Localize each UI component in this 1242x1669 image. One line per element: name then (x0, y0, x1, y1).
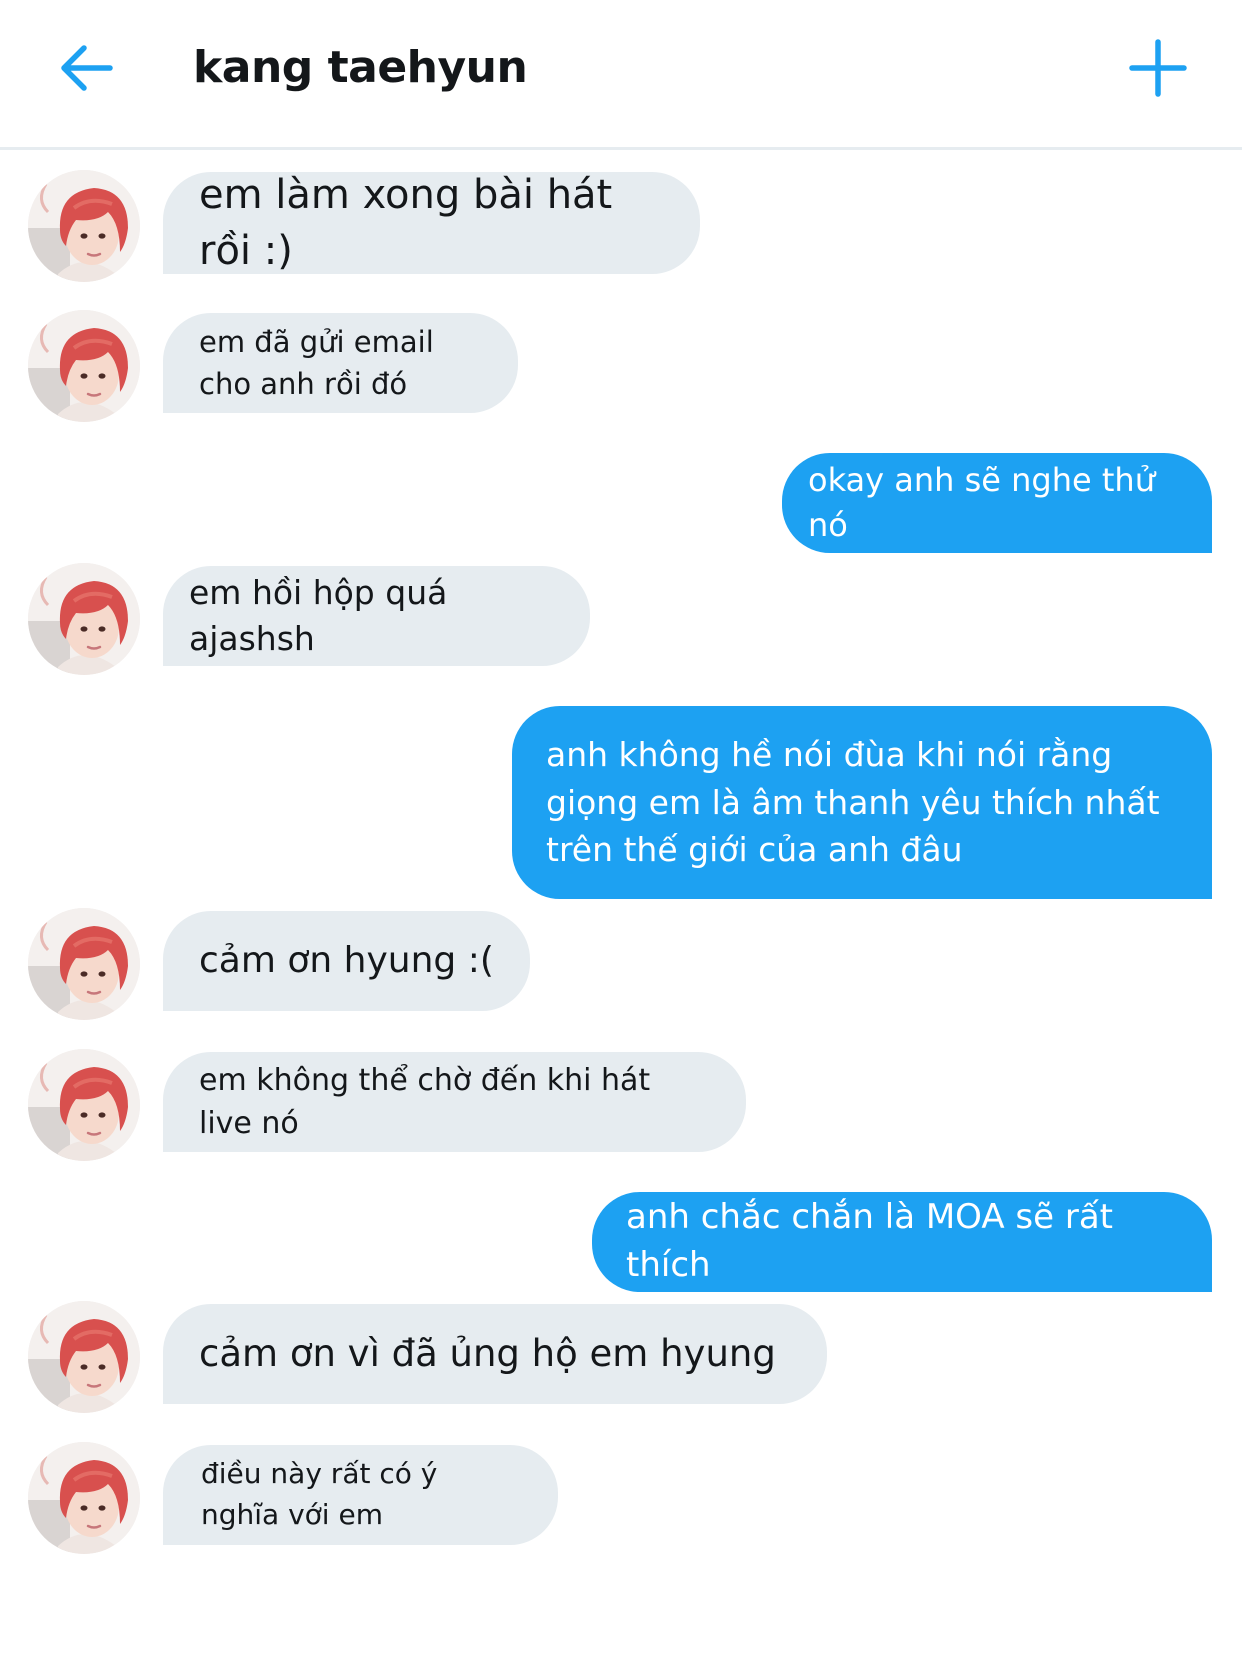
message-bubble-received[interactable]: cảm ơn hyung :( (163, 911, 530, 1011)
user-avatar-image (28, 1301, 140, 1413)
avatar[interactable] (28, 563, 140, 675)
message-bubble-received[interactable]: em không thể chờ đến khi hát live nó (163, 1052, 746, 1152)
message-text: điều này rất có ý nghĩa với em (201, 1457, 438, 1531)
message-bubble-received[interactable]: em đã gửi email cho anh rồi đó (163, 313, 518, 413)
message-bubble-received[interactable]: cảm ơn vì đã ủng hộ em hyung (163, 1304, 827, 1404)
avatar[interactable] (28, 170, 140, 282)
message-text: cảm ơn vì đã ủng hộ em hyung (199, 1332, 776, 1376)
user-avatar-image (28, 310, 140, 422)
user-avatar-image (28, 563, 140, 675)
avatar[interactable] (28, 1442, 140, 1554)
message-bubble-received[interactable]: em hồi hộp quá ajashsh (163, 566, 590, 666)
user-avatar-image (28, 1049, 140, 1161)
message-text: em làm xong bài hát rồi :) (199, 172, 613, 274)
message-text: cảm ơn hyung :( (199, 939, 494, 981)
avatar[interactable] (28, 1301, 140, 1413)
message-bubble-sent[interactable]: anh không hề nói đùa khi nói rằng giọng … (512, 706, 1212, 899)
conversation-header: kang taehyun (0, 0, 1242, 150)
new-message-button[interactable] (1128, 38, 1188, 98)
avatar[interactable] (28, 908, 140, 1020)
message-text: em không thể chờ đến khi hát live nó (199, 1062, 651, 1142)
arrow-left-icon (61, 45, 113, 91)
message-text: em đã gửi email cho anh rồi đó (199, 324, 434, 401)
message-bubble-received[interactable]: em làm xong bài hát rồi :) (163, 172, 700, 274)
message-bubble-sent[interactable]: anh chắc chắn là MOA sẽ rất thích (592, 1192, 1212, 1292)
user-avatar-image (28, 170, 140, 282)
message-text: anh chắc chắn là MOA sẽ rất thích (626, 1197, 1113, 1285)
message-text: em hồi hộp quá ajashsh (189, 572, 448, 658)
plus-icon (1129, 39, 1187, 97)
conversation-title: kang taehyun (193, 42, 528, 93)
message-bubble-sent[interactable]: okay anh sẽ nghe thử nó (782, 453, 1212, 553)
avatar[interactable] (28, 310, 140, 422)
message-text: okay anh sẽ nghe thử nó (808, 461, 1155, 544)
user-avatar-image (28, 1442, 140, 1554)
message-text: anh không hề nói đùa khi nói rằng giọng … (546, 734, 1160, 870)
avatar[interactable] (28, 1049, 140, 1161)
back-button[interactable] (56, 40, 116, 96)
user-avatar-image (28, 908, 140, 1020)
message-bubble-received[interactable]: điều này rất có ý nghĩa với em (163, 1445, 558, 1545)
